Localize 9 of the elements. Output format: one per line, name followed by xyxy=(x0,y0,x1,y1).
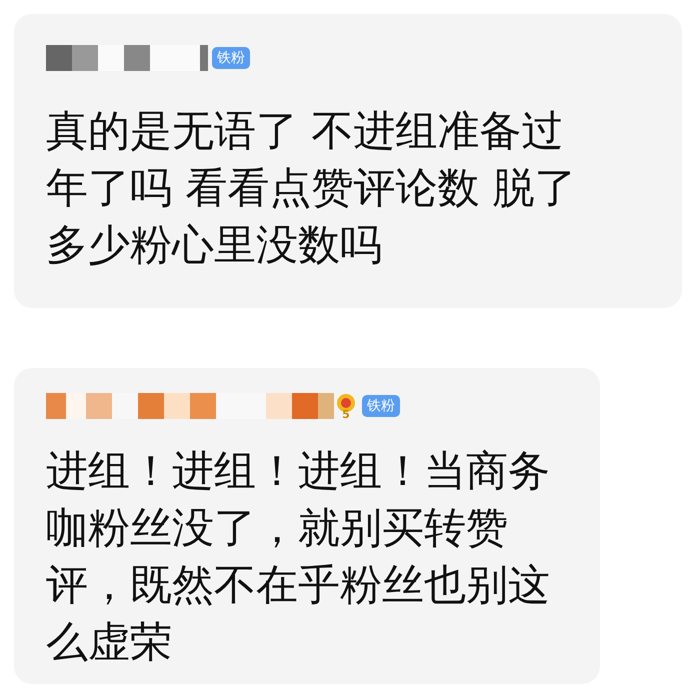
comment-text: 么虚荣 xyxy=(46,616,173,668)
comment-text: 评，既然不在乎粉丝也别这 xyxy=(46,559,551,611)
comment-text: 真的是无语了 不进组准备过 xyxy=(46,105,564,157)
fan-badge: 铁粉 xyxy=(362,395,400,417)
comment-text: 咖粉丝没了，就别买转赞 xyxy=(46,502,509,554)
comment-text: 进组！进组！进组！当商务 xyxy=(46,445,551,497)
comment-text: 多少粉心里没数吗 xyxy=(46,219,383,271)
comment-text: 年了吗 看看点赞评论数 脱了 xyxy=(46,162,578,214)
fan-badge: 铁粉 xyxy=(212,47,250,69)
